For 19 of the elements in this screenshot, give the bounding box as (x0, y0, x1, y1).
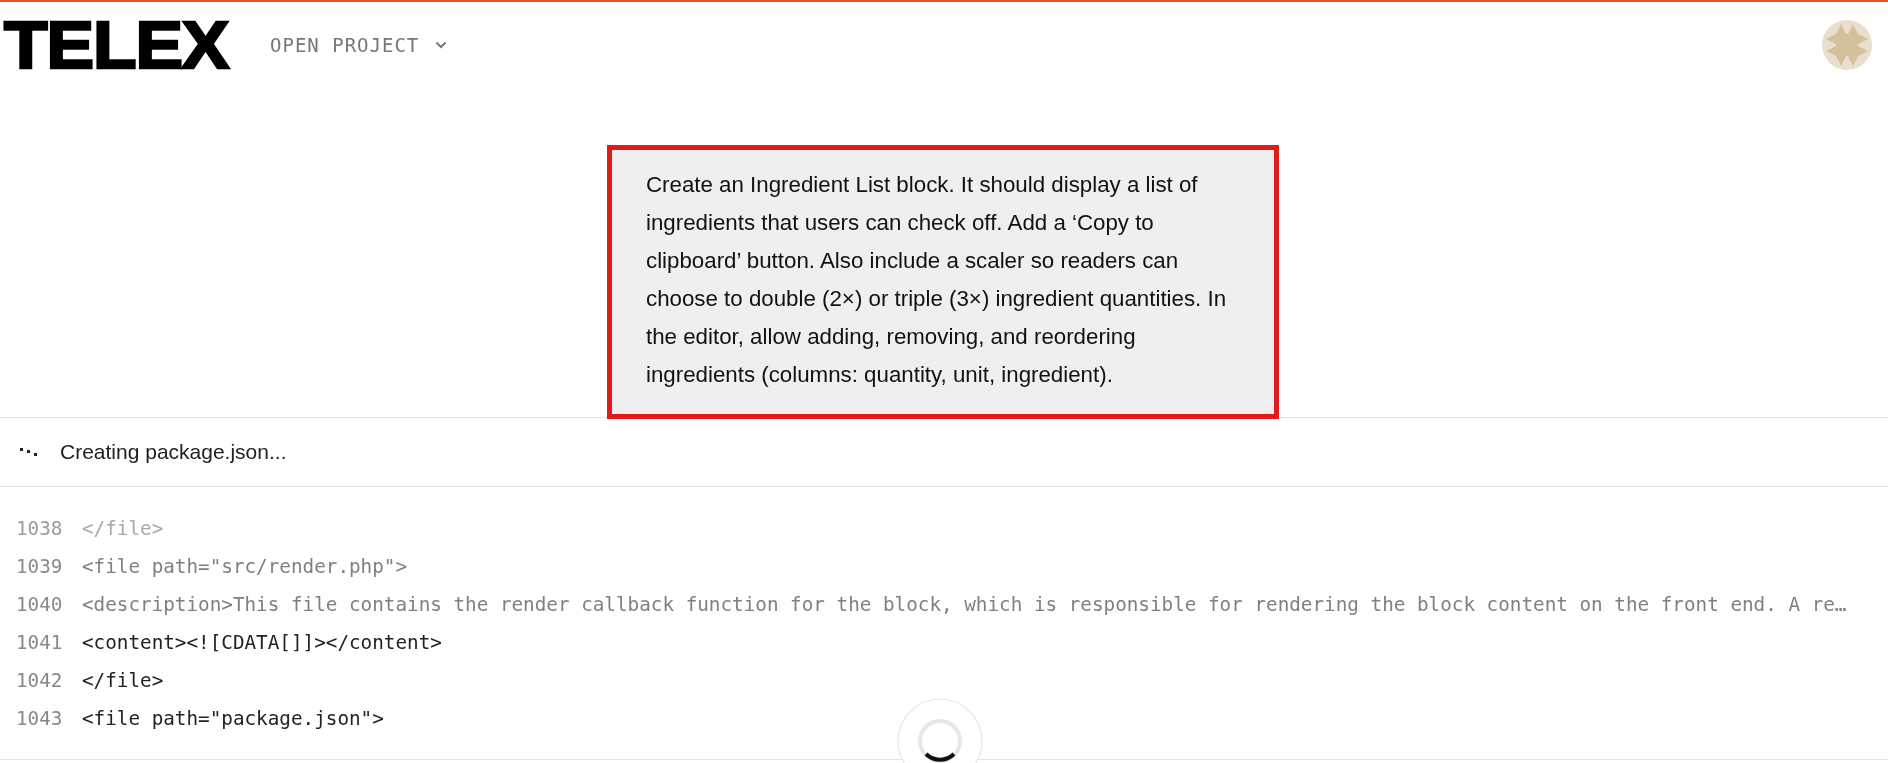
loading-dots-icon (20, 447, 40, 457)
line-number: 1039 (15, 554, 64, 578)
avatar-icon[interactable] (1822, 20, 1872, 70)
code-line: <description>This file contains the render callback function for the block, which is responsible for rendering the block content on the front end. A re… (82, 592, 1847, 616)
code-line: </file> (82, 516, 164, 540)
status-text: Creating package.json... (60, 440, 287, 464)
code-line: <content><![CDATA[]]></content> (82, 630, 442, 654)
open-project-menu[interactable]: OPEN PROJECT (270, 34, 448, 56)
code-line: <file path="package.json"> (82, 706, 384, 730)
code-line: </file> (82, 668, 164, 692)
line-number: 1043 (15, 706, 64, 730)
chevron-down-icon (435, 41, 448, 49)
line-number: 1042 (15, 668, 64, 692)
code-line: <file path="src/render.php"> (82, 554, 408, 578)
line-number: 1041 (15, 630, 64, 654)
prompt-text: Create an Ingredient List block. It should display a list of ingredients that users can check off. Add a ‘Copy to clipboard’ button. Also include a scaler so readers can choose to double (2×) or triple (3×) ingredient quantities. In the editor, allow adding, removing, and reordering ingredients (columns: quantity, unit, ingredient). (646, 171, 1228, 389)
line-number: 1038 (15, 516, 64, 540)
logo[interactable]: TELEX (4, 12, 255, 78)
line-number: 1040 (15, 592, 64, 616)
